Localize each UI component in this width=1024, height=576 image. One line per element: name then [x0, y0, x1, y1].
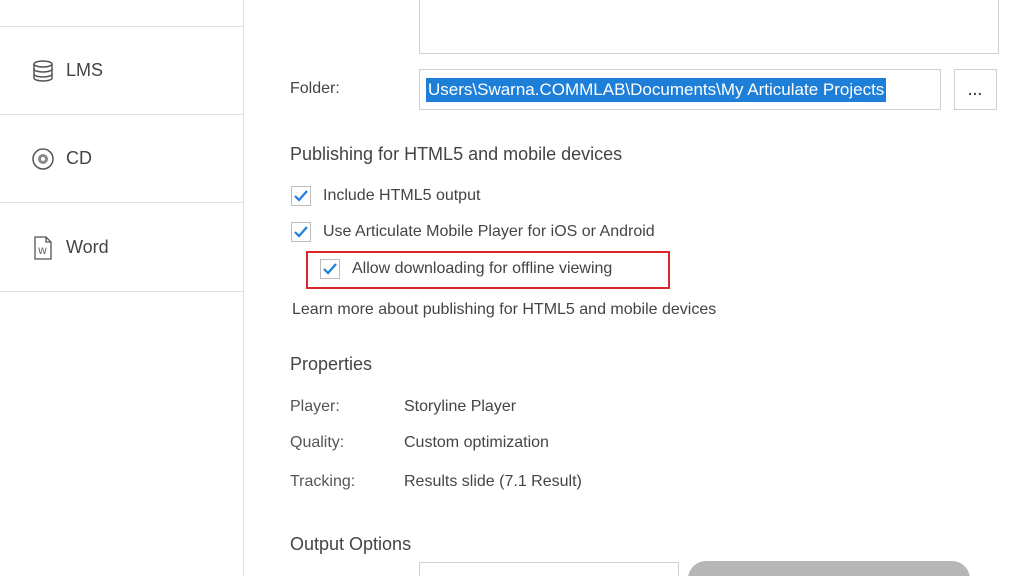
- learn-more-link[interactable]: Learn more about publishing for HTML5 an…: [292, 301, 716, 319]
- include-html5-checkbox[interactable]: [291, 186, 311, 206]
- quality-value[interactable]: Custom optimization: [404, 434, 549, 452]
- tracking-label: Tracking:: [290, 473, 356, 490]
- player-value[interactable]: Storyline Player: [404, 398, 516, 416]
- folder-label: Folder:: [290, 80, 340, 97]
- player-label: Player:: [290, 398, 340, 415]
- database-icon: [30, 58, 56, 84]
- svg-text:W: W: [38, 247, 47, 257]
- output-options-title: Output Options: [290, 534, 412, 554]
- offline-download-checkbox[interactable]: [320, 259, 340, 279]
- mobile-player-checkbox[interactable]: [291, 222, 311, 242]
- checkmark-icon: [294, 226, 308, 238]
- mobile-player-option[interactable]: Use Articulate Mobile Player for iOS or …: [291, 222, 655, 242]
- checkmark-icon: [323, 263, 337, 275]
- publish-button[interactable]: [688, 561, 970, 576]
- offline-download-option[interactable]: Allow downloading for offline viewing: [320, 259, 612, 279]
- sidebar-item-label: CD: [66, 148, 92, 168]
- publish-dialog: LMS CD W Word Folder: Users\Swarna.COMML…: [0, 0, 1024, 576]
- include-html5-option[interactable]: Include HTML5 output: [291, 186, 480, 206]
- quality-label: Quality:: [290, 434, 345, 451]
- sidebar-item-lms[interactable]: LMS: [0, 27, 243, 115]
- folder-input[interactable]: Users\Swarna.COMMLAB\Documents\My Articu…: [419, 69, 941, 110]
- disc-icon: [30, 146, 56, 172]
- description-textarea[interactable]: [419, 0, 999, 54]
- folder-path-selected: Users\Swarna.COMMLAB\Documents\My Articu…: [426, 77, 887, 102]
- html5-section-title: Publishing for HTML5 and mobile devices: [290, 144, 623, 164]
- word-document-icon: W: [30, 235, 56, 261]
- mobile-player-label: Use Articulate Mobile Player for iOS or …: [323, 223, 655, 240]
- offline-download-label: Allow downloading for offline viewing: [352, 260, 613, 277]
- sidebar-item-previous[interactable]: [0, 0, 243, 27]
- sidebar-item-cd[interactable]: CD: [0, 115, 243, 203]
- sidebar-item-word[interactable]: W Word: [0, 204, 243, 292]
- checkmark-icon: [294, 190, 308, 202]
- sidebar-item-label: Word: [66, 237, 109, 257]
- properties-section-title: Properties: [290, 354, 373, 374]
- include-html5-label: Include HTML5 output: [323, 187, 481, 204]
- publish-sidebar: LMS CD W Word: [0, 0, 244, 576]
- output-field-label: [290, 568, 400, 576]
- tracking-value[interactable]: Results slide (7.1 Result): [404, 473, 582, 491]
- sidebar-item-label: LMS: [66, 60, 104, 80]
- browse-folder-button[interactable]: ...: [954, 69, 997, 110]
- output-format-input[interactable]: [419, 562, 679, 576]
